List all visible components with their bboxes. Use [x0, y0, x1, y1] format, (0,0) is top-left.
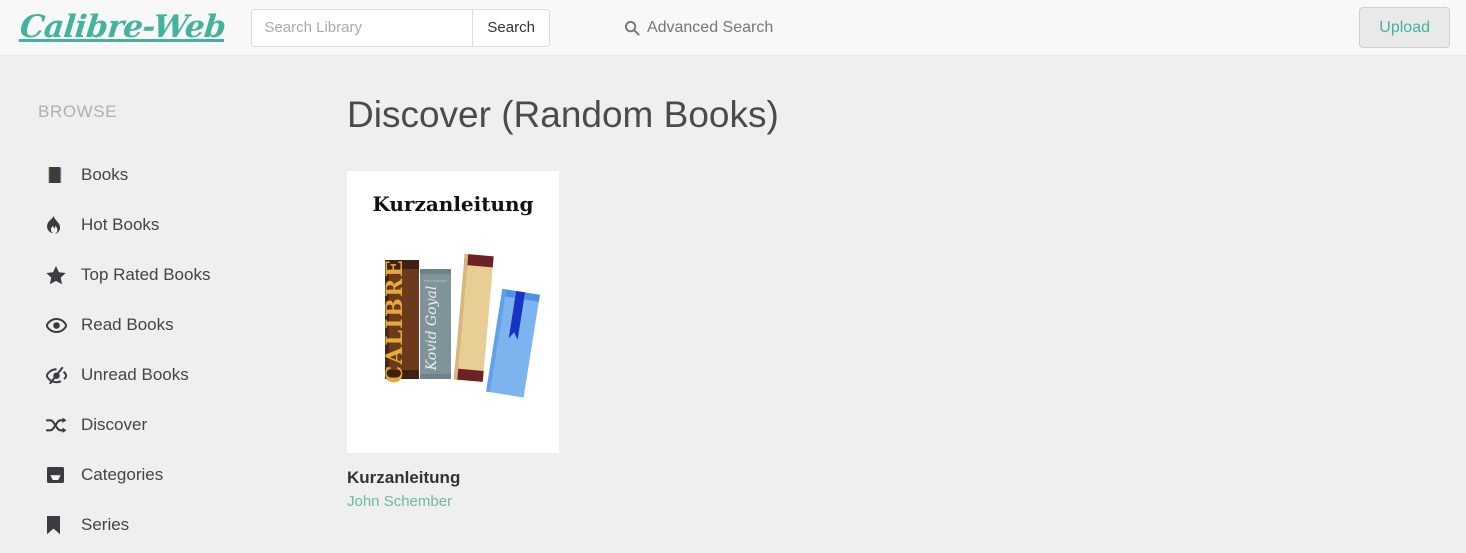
sidebar-item-discover[interactable]: Discover: [0, 400, 310, 450]
main-content: Discover (Random Books) Kurzanleitung CA…: [310, 56, 1466, 553]
sidebar-item-series[interactable]: Series: [0, 500, 310, 550]
page-title: Discover (Random Books): [347, 94, 779, 135]
book-icon: [46, 166, 68, 184]
book-card: Kurzanleitung CALIBRE Kovid Goyal Kurzan…: [347, 170, 559, 510]
advanced-search-label: Advanced Search: [646, 18, 774, 36]
eye-icon: [46, 317, 68, 333]
book-author-link[interactable]: John Schember: [347, 493, 559, 510]
advanced-search-link[interactable]: Advanced Search: [624, 19, 773, 37]
sidebar: BROWSE Books Hot Books Top Rated Books R…: [0, 56, 310, 553]
sidebar-item-label: Unread Books: [81, 365, 189, 384]
sidebar-item-top-rated-books[interactable]: Top Rated Books: [0, 250, 310, 300]
sidebar-item-read-books[interactable]: Read Books: [0, 300, 310, 350]
search-button[interactable]: Search: [472, 8, 550, 47]
sidebar-item-label: Discover: [81, 415, 148, 434]
sidebar-nav-list: Books Hot Books Top Rated Books Read Boo…: [0, 150, 310, 550]
book-cover-image[interactable]: Kurzanleitung CALIBRE Kovid Goyal: [347, 170, 559, 453]
svg-text:Kovid Goyal: Kovid Goyal: [424, 285, 440, 371]
inbox-icon: [46, 466, 68, 484]
sidebar-item-unread-books[interactable]: Unread Books: [0, 350, 310, 400]
sidebar-item-books[interactable]: Books: [0, 150, 310, 200]
book-grid: Kurzanleitung CALIBRE Kovid Goyal Kurzan…: [310, 170, 1466, 510]
sidebar-item-label: Categories: [81, 465, 164, 484]
top-navbar: Calibre-Web Search Advanced Search Uploa…: [0, 0, 1466, 56]
cover-illustration: CALIBRE Kovid Goyal: [382, 253, 540, 398]
svg-text:CALIBRE: CALIBRE: [382, 258, 408, 383]
fire-icon: [46, 215, 68, 235]
book-meta: Kurzanleitung John Schember: [347, 453, 559, 510]
cover-heading-text: Kurzanleitung: [372, 191, 534, 216]
upload-button[interactable]: Upload: [1359, 7, 1450, 48]
sidebar-item-label: Read Books: [81, 315, 174, 334]
sidebar-item-hot-books[interactable]: Hot Books: [0, 200, 310, 250]
brand-logo[interactable]: Calibre-Web: [18, 9, 227, 45]
book-title-link[interactable]: Kurzanleitung: [347, 467, 559, 489]
sidebar-heading: BROWSE: [38, 102, 118, 121]
sidebar-item-categories[interactable]: Categories: [0, 450, 310, 500]
sidebar-item-label: Top Rated Books: [81, 265, 211, 284]
search-input[interactable]: [251, 8, 473, 47]
bookmark-icon: [46, 515, 68, 535]
star-icon: [46, 265, 68, 285]
sidebar-item-label: Books: [81, 165, 129, 184]
search-icon: [624, 20, 640, 36]
sidebar-item-label: Hot Books: [81, 215, 160, 234]
sidebar-item-label: Series: [81, 515, 130, 534]
eye-slash-icon: [46, 366, 68, 384]
page-body: BROWSE Books Hot Books Top Rated Books R…: [0, 56, 1466, 553]
shuffle-icon: [46, 417, 68, 434]
search-form: Search: [251, 8, 550, 47]
